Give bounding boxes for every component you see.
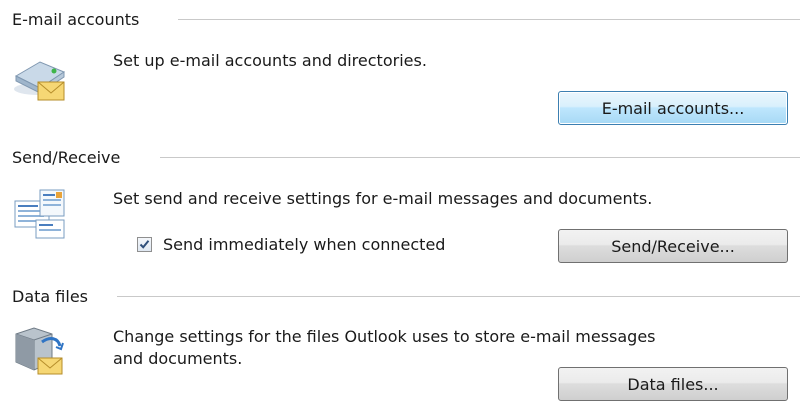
email-accounts-separator	[178, 19, 800, 20]
email-accounts-group-header: E-mail accounts	[12, 8, 139, 30]
email-accounts-button-label: E-mail accounts...	[601, 98, 745, 118]
email-accounts-icon	[12, 48, 68, 104]
send-receive-description: Set send and receive settings for e-mail…	[113, 189, 653, 208]
send-immediately-checkbox[interactable]	[137, 236, 152, 252]
data-files-button[interactable]: Data files...	[558, 367, 788, 401]
data-files-group-title: Data files	[12, 286, 88, 306]
data-files-button-label: Data files...	[627, 374, 719, 394]
options-page: E-mail accounts Set up e-mail accounts a…	[0, 0, 806, 408]
data-files-group-header: Data files	[12, 285, 88, 307]
data-files-description-line1: Change settings for the files Outlook us…	[113, 327, 656, 346]
data-files-description-line2: and documents.	[113, 349, 243, 368]
send-receive-button-label: Send/Receive...	[611, 236, 735, 256]
send-receive-separator	[160, 157, 800, 158]
email-accounts-description: Set up e-mail accounts and directories.	[113, 51, 427, 70]
send-receive-icon	[12, 186, 68, 242]
email-accounts-group-title: E-mail accounts	[12, 9, 140, 29]
send-immediately-row[interactable]: Send immediately when connected	[137, 233, 445, 255]
send-receive-button[interactable]: Send/Receive...	[558, 229, 788, 263]
send-immediately-label: Send immediately when connected	[163, 234, 446, 254]
send-receive-group-header: Send/Receive	[12, 146, 120, 168]
email-accounts-button[interactable]: E-mail accounts...	[558, 91, 788, 125]
checkmark-icon	[139, 239, 150, 249]
data-files-icon	[12, 322, 68, 378]
data-files-separator	[117, 296, 800, 297]
send-receive-group-title: Send/Receive	[12, 147, 121, 167]
